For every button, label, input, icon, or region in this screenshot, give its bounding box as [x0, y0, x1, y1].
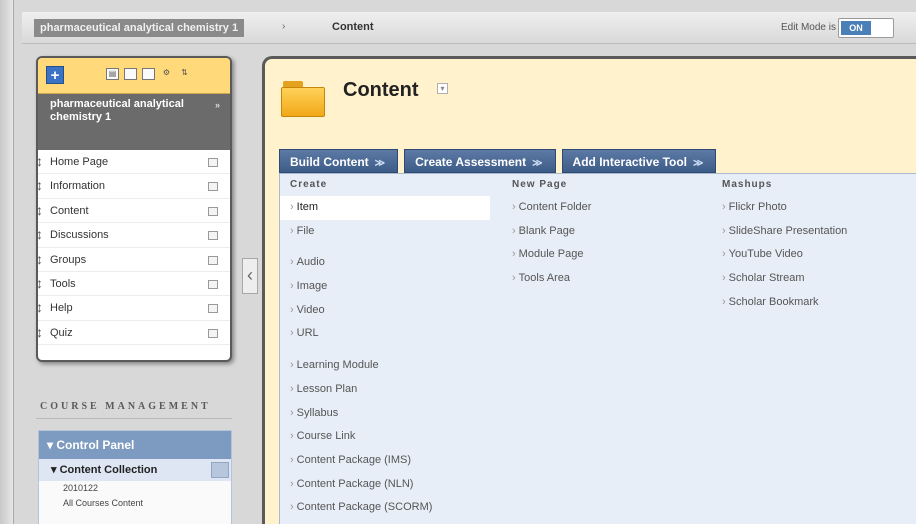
- menu-item-module-page[interactable]: › Module Page: [502, 243, 712, 267]
- breadcrumb-separator: ›: [282, 21, 286, 32]
- add-interactive-tool-button[interactable]: Add Interactive Tool ≫: [561, 149, 717, 173]
- sidebar-item-discussions[interactable]: ↕ Discussions: [38, 223, 230, 248]
- content-collection-sub-item[interactable]: 2010122: [39, 481, 231, 496]
- menu-item-slideshare-presentation[interactable]: › SlideShare Presentation: [712, 220, 916, 244]
- edit-mode-toggle[interactable]: ON: [838, 18, 894, 38]
- menu-item-options-icon[interactable]: [208, 279, 218, 289]
- refresh-icon[interactable]: ⚙: [160, 68, 173, 80]
- sidebar-item-groups[interactable]: ↕ Groups: [38, 248, 230, 272]
- menu-item-item[interactable]: › Item: [280, 196, 490, 220]
- edit-mode-label: Edit Mode is: [780, 22, 836, 33]
- menu-item-content-package-nln[interactable]: › Content Package (NLN): [280, 473, 490, 497]
- course-management-title: COURSE MANAGEMENT: [40, 401, 211, 412]
- menu-item-options-icon[interactable]: [208, 304, 218, 314]
- menu-item-syllabus[interactable]: › Syllabus: [280, 402, 490, 426]
- page-title: Content: [343, 79, 419, 101]
- menu-item-options-icon[interactable]: [208, 182, 218, 192]
- expand-arrow-icon: ▾: [47, 438, 57, 452]
- menu-item-content-package-scorm[interactable]: › Content Package (SCORM): [280, 496, 490, 520]
- build-content-button[interactable]: Build Content ≫: [279, 149, 399, 173]
- menu-item-url[interactable]: › URL: [280, 322, 490, 346]
- control-panel-header[interactable]: ▾ Control Panel: [39, 431, 231, 459]
- menu-item-scholar-bookmark[interactable]: › Scholar Bookmark: [712, 291, 916, 315]
- sidebar-item-tools[interactable]: ↕ Tools: [38, 272, 230, 297]
- sidebar-item-content[interactable]: ↕ Content: [38, 199, 230, 224]
- title-options-icon[interactable]: ▾: [437, 83, 448, 94]
- action-bar: Build Content ≫ Create Assessment ≫ Add In…: [279, 149, 722, 173]
- menu-item-options-icon[interactable]: [208, 231, 218, 241]
- content-area: Content ▾ Build Content ≫ Create Assessme…: [262, 56, 916, 524]
- drag-handle-icon[interactable]: ↕: [38, 227, 44, 241]
- menu-item-options-icon[interactable]: [208, 206, 218, 216]
- menu-item-options-icon[interactable]: [208, 255, 218, 265]
- folder-view-icon[interactable]: ▤: [106, 68, 119, 80]
- chevron-down-icon: ≫: [532, 158, 543, 169]
- new-page-column: New Page › Content Folder › Blank Page › Mo…: [502, 174, 712, 291]
- drag-handle-icon[interactable]: ↕: [38, 276, 44, 290]
- menu-item-lesson-plan[interactable]: › Lesson Plan: [280, 378, 490, 402]
- course-title-text: pharmaceutical analytical chemistry 1: [50, 98, 184, 123]
- sidebar-item-quiz[interactable]: ↕ Quiz: [38, 321, 230, 346]
- menu-item-video[interactable]: › Video: [280, 299, 490, 323]
- drag-handle-icon[interactable]: ↕: [38, 252, 44, 266]
- edit-mode-on-indicator: ON: [841, 21, 871, 35]
- add-menu-item-button[interactable]: +: [46, 66, 64, 84]
- mashups-heading: Mashups: [722, 179, 773, 190]
- menu-item-content-folder[interactable]: › Content Folder: [502, 196, 712, 220]
- drag-handle-icon[interactable]: ↕: [38, 178, 44, 192]
- menu-item-flickr-photo[interactable]: › Flickr Photo: [712, 196, 916, 220]
- menu-item-content-package-ims[interactable]: › Content Package (IMS): [280, 449, 490, 473]
- mashups-column: Mashups › Flickr Photo › SlideShare Presen…: [712, 174, 916, 314]
- chevron-down-icon: ≫: [693, 158, 704, 169]
- content-collection-sub-item[interactable]: All Courses Content: [39, 496, 231, 511]
- content-collection-item[interactable]: ▾ Content Collection: [39, 459, 231, 481]
- build-content-menu: Create › Item › File › Audio › Image › Video …: [279, 173, 916, 524]
- menu-item-course-link[interactable]: › Course Link: [280, 425, 490, 449]
- list-view-icon[interactable]: [124, 68, 137, 80]
- sidebar-item-help[interactable]: ↕ Help: [38, 296, 230, 321]
- sidebar-item-information[interactable]: ↕ Information: [38, 174, 230, 199]
- course-menu: + ▤ ⚙ ⇅ pharmaceutical analytical chemis…: [36, 56, 232, 362]
- create-heading: Create: [290, 179, 328, 190]
- create-column: Create › Item › File › Audio › Image › Video …: [280, 174, 490, 520]
- new-window-icon[interactable]: [142, 68, 155, 80]
- sidebar-item-home-page[interactable]: ↕ Home Page: [38, 150, 230, 175]
- menu-item-file[interactable]: › File: [280, 220, 490, 244]
- menu-item-blank-page[interactable]: › Blank Page: [502, 220, 712, 244]
- breadcrumb-current-page: Content: [332, 21, 374, 33]
- menu-item-scholar-stream[interactable]: › Scholar Stream: [712, 267, 916, 291]
- drag-handle-icon[interactable]: ↕: [38, 203, 44, 217]
- breadcrumb-course-link[interactable]: pharmaceutical analytical chemistry 1: [34, 19, 245, 37]
- content-collection-options-button[interactable]: [211, 462, 229, 478]
- collapse-menu-handle[interactable]: ‹: [242, 258, 258, 294]
- drag-handle-icon[interactable]: ↕: [38, 154, 44, 168]
- drag-handle-icon[interactable]: ↕: [38, 300, 44, 314]
- menu-item-tools-area[interactable]: › Tools Area: [502, 267, 712, 291]
- menu-item-learning-module[interactable]: › Learning Module: [280, 354, 490, 378]
- control-panel: ▾ Control Panel ▾ Content Collection 201…: [38, 430, 232, 524]
- create-assessment-button[interactable]: Create Assessment ≫: [404, 149, 556, 173]
- menu-item-options-icon[interactable]: [208, 158, 218, 167]
- divider: [36, 418, 232, 419]
- course-title[interactable]: pharmaceutical analytical chemistry 1 »: [38, 94, 230, 150]
- menu-item-youtube-video[interactable]: › YouTube Video: [712, 243, 916, 267]
- chevron-down-icon: ≫: [374, 158, 386, 169]
- course-title-arrow-icon: »: [214, 100, 220, 110]
- breadcrumb: pharmaceutical analytical chemistry 1 › …: [22, 12, 916, 44]
- reorder-icon[interactable]: ⇅: [178, 68, 191, 80]
- folder-icon: [281, 81, 329, 117]
- expand-arrow-icon: ▾: [51, 464, 60, 476]
- drag-handle-icon[interactable]: ↕: [38, 325, 44, 339]
- menu-item-options-icon[interactable]: [208, 328, 218, 338]
- course-menu-toolbar: + ▤ ⚙ ⇅: [38, 58, 230, 94]
- left-edge-stripe: [0, 0, 14, 524]
- menu-item-image[interactable]: › Image: [280, 275, 490, 299]
- new-page-heading: New Page: [512, 179, 568, 190]
- menu-item-audio[interactable]: › Audio: [280, 251, 490, 275]
